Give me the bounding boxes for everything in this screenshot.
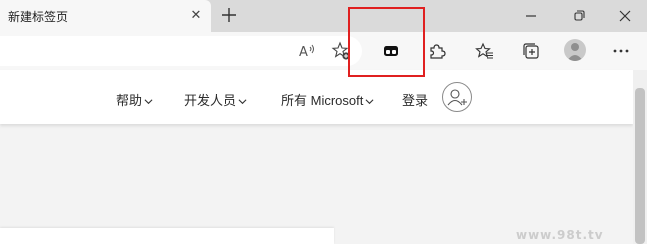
- more-menu-icon[interactable]: [611, 41, 631, 61]
- browser-toolbar: A: [0, 32, 647, 70]
- user-add-icon: [447, 89, 467, 106]
- signin-user-icon[interactable]: [442, 82, 472, 112]
- nav-help[interactable]: 帮助: [116, 90, 153, 109]
- title-bar: 新建标签页 ✕: [0, 0, 647, 32]
- nav-signin-label: 登录: [402, 93, 429, 108]
- profile-avatar[interactable]: [564, 39, 586, 61]
- tab-close-button[interactable]: ✕: [188, 7, 204, 23]
- nav-developers[interactable]: 开发人员: [184, 90, 247, 109]
- new-tab-button[interactable]: [219, 5, 239, 25]
- read-aloud-icon[interactable]: A: [297, 41, 317, 61]
- vertical-scrollbar[interactable]: [633, 70, 647, 244]
- nav-all-microsoft[interactable]: 所有 Microsoft: [281, 90, 374, 109]
- chevron-down-icon: [238, 99, 247, 105]
- watermark-text: www.98t.tv: [516, 228, 604, 242]
- page-content: 帮助 开发人员 所有 Microsoft 登录: [0, 70, 647, 244]
- scrollbar-thumb[interactable]: [635, 88, 645, 244]
- chevron-down-icon: [144, 99, 153, 105]
- avatar-person-icon: [567, 43, 583, 61]
- chevron-down-icon: [365, 99, 374, 105]
- site-header: 帮助 开发人员 所有 Microsoft 登录: [0, 70, 633, 124]
- nav-developers-label: 开发人员: [184, 93, 237, 108]
- collections-icon[interactable]: [521, 41, 541, 61]
- favorites-icon[interactable]: [475, 41, 495, 61]
- tab-title: 新建标签页: [8, 10, 69, 24]
- minimize-icon[interactable]: [521, 6, 541, 26]
- highlight-box: [348, 7, 425, 77]
- extensions-puzzle-icon[interactable]: [427, 41, 447, 61]
- close-icon[interactable]: [615, 6, 635, 26]
- content-card: [0, 228, 334, 244]
- nav-all-microsoft-label: 所有 Microsoft: [281, 93, 364, 108]
- tab-new-tab[interactable]: 新建标签页 ✕: [0, 0, 211, 32]
- nav-signin[interactable]: 登录: [402, 90, 428, 109]
- svg-text:A: A: [299, 45, 308, 60]
- restore-icon[interactable]: [569, 6, 589, 26]
- nav-help-label: 帮助: [116, 93, 143, 108]
